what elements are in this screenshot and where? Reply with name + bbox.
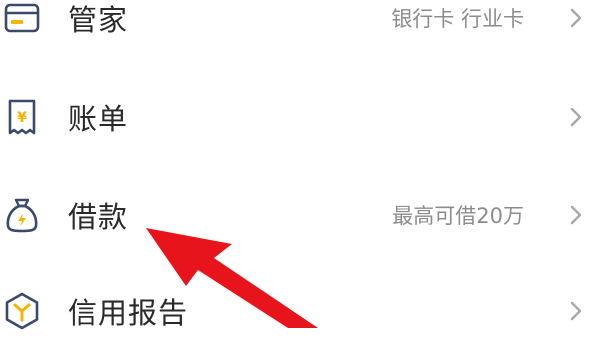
chevron-right-icon: [568, 105, 584, 129]
card-icon: [0, 0, 44, 40]
menu-item-detail: 银行卡 行业卡: [391, 7, 524, 31]
chevron-right-icon: [568, 299, 584, 323]
menu-item-label: 管家: [68, 3, 129, 37]
menu-item-label: 借款: [68, 200, 129, 234]
chevron-right-icon: [568, 6, 584, 30]
wallet-menu-list: 管家 银行卡 行业卡 ¥ 账单 借款 最高可借20万 信用报告: [0, 0, 600, 330]
menu-item-bills[interactable]: ¥ 账单: [0, 82, 600, 152]
money-bag-icon: [0, 193, 44, 237]
menu-item-label: 账单: [68, 102, 129, 136]
menu-item-label: 信用报告: [68, 296, 189, 330]
bill-icon: ¥: [0, 95, 44, 139]
credit-report-icon: [0, 289, 44, 333]
svg-text:¥: ¥: [17, 110, 27, 126]
menu-item-credit-report[interactable]: 信用报告: [0, 276, 600, 346]
menu-item-detail: 最高可借20万: [392, 204, 524, 228]
chevron-right-icon: [568, 203, 584, 227]
menu-item-loan[interactable]: 借款 最高可借20万: [0, 180, 600, 250]
menu-item-butler[interactable]: 管家 银行卡 行业卡: [0, 0, 600, 53]
